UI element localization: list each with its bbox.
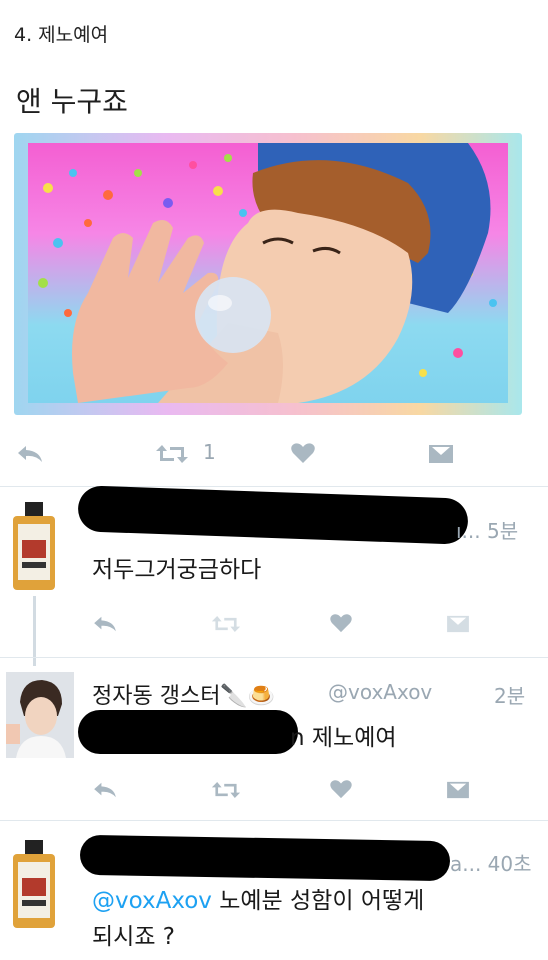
dm-icon[interactable] — [427, 443, 455, 465]
divider — [0, 820, 548, 821]
reply-action-bar — [0, 612, 548, 636]
reply-text: 저두그거궁금하다 — [92, 557, 262, 583]
tweet-text: 앤 누구죠 — [16, 85, 128, 118]
reply-time: 2분 — [494, 684, 526, 708]
reply-text: @voxAxov 노예분 성함이 어떻게 되시죠 ? — [92, 883, 532, 955]
reply-text: n 제노예여 — [290, 725, 397, 751]
retweet-count: 1 — [203, 440, 216, 464]
redaction — [78, 710, 298, 754]
reply-icon[interactable] — [16, 444, 44, 464]
reply-text-line2: 되시죠 ? — [92, 924, 175, 950]
mention-link[interactable]: @voxAxov — [92, 888, 212, 914]
like-icon[interactable] — [290, 442, 316, 464]
retweet-icon[interactable] — [211, 780, 241, 800]
reply-time: a... 40초 — [450, 852, 532, 876]
like-icon[interactable] — [329, 613, 353, 633]
media-image[interactable] — [28, 143, 508, 403]
dm-icon[interactable] — [445, 780, 471, 800]
reply-icon[interactable] — [92, 615, 118, 633]
reply-text-line1: 노예분 성함이 어떻게 — [211, 888, 425, 914]
divider — [0, 657, 548, 658]
redaction — [79, 834, 451, 882]
reply-action-bar — [0, 778, 548, 802]
bubble-shape — [195, 277, 271, 353]
avatar-bottle[interactable] — [10, 502, 58, 590]
tweet-media[interactable] — [14, 133, 522, 415]
post-heading: 4. 제노예여 — [14, 24, 109, 46]
media-illustration — [38, 143, 497, 403]
divider — [0, 486, 548, 487]
retweet-icon[interactable] — [211, 614, 241, 634]
tweet-action-bar: 1 — [0, 438, 548, 468]
like-icon[interactable] — [329, 779, 353, 799]
avatar[interactable] — [6, 672, 74, 758]
dm-icon[interactable] — [445, 614, 471, 634]
avatar-bottle[interactable] — [10, 840, 58, 928]
reply-time: ı... 5분 — [456, 519, 519, 543]
user-handle[interactable]: @voxAxov — [328, 680, 432, 704]
reply-icon[interactable] — [92, 781, 118, 799]
redaction — [77, 485, 469, 545]
display-name[interactable]: 정자동 갱스터🔪🍮 — [92, 678, 275, 710]
retweet-icon[interactable] — [155, 443, 189, 465]
